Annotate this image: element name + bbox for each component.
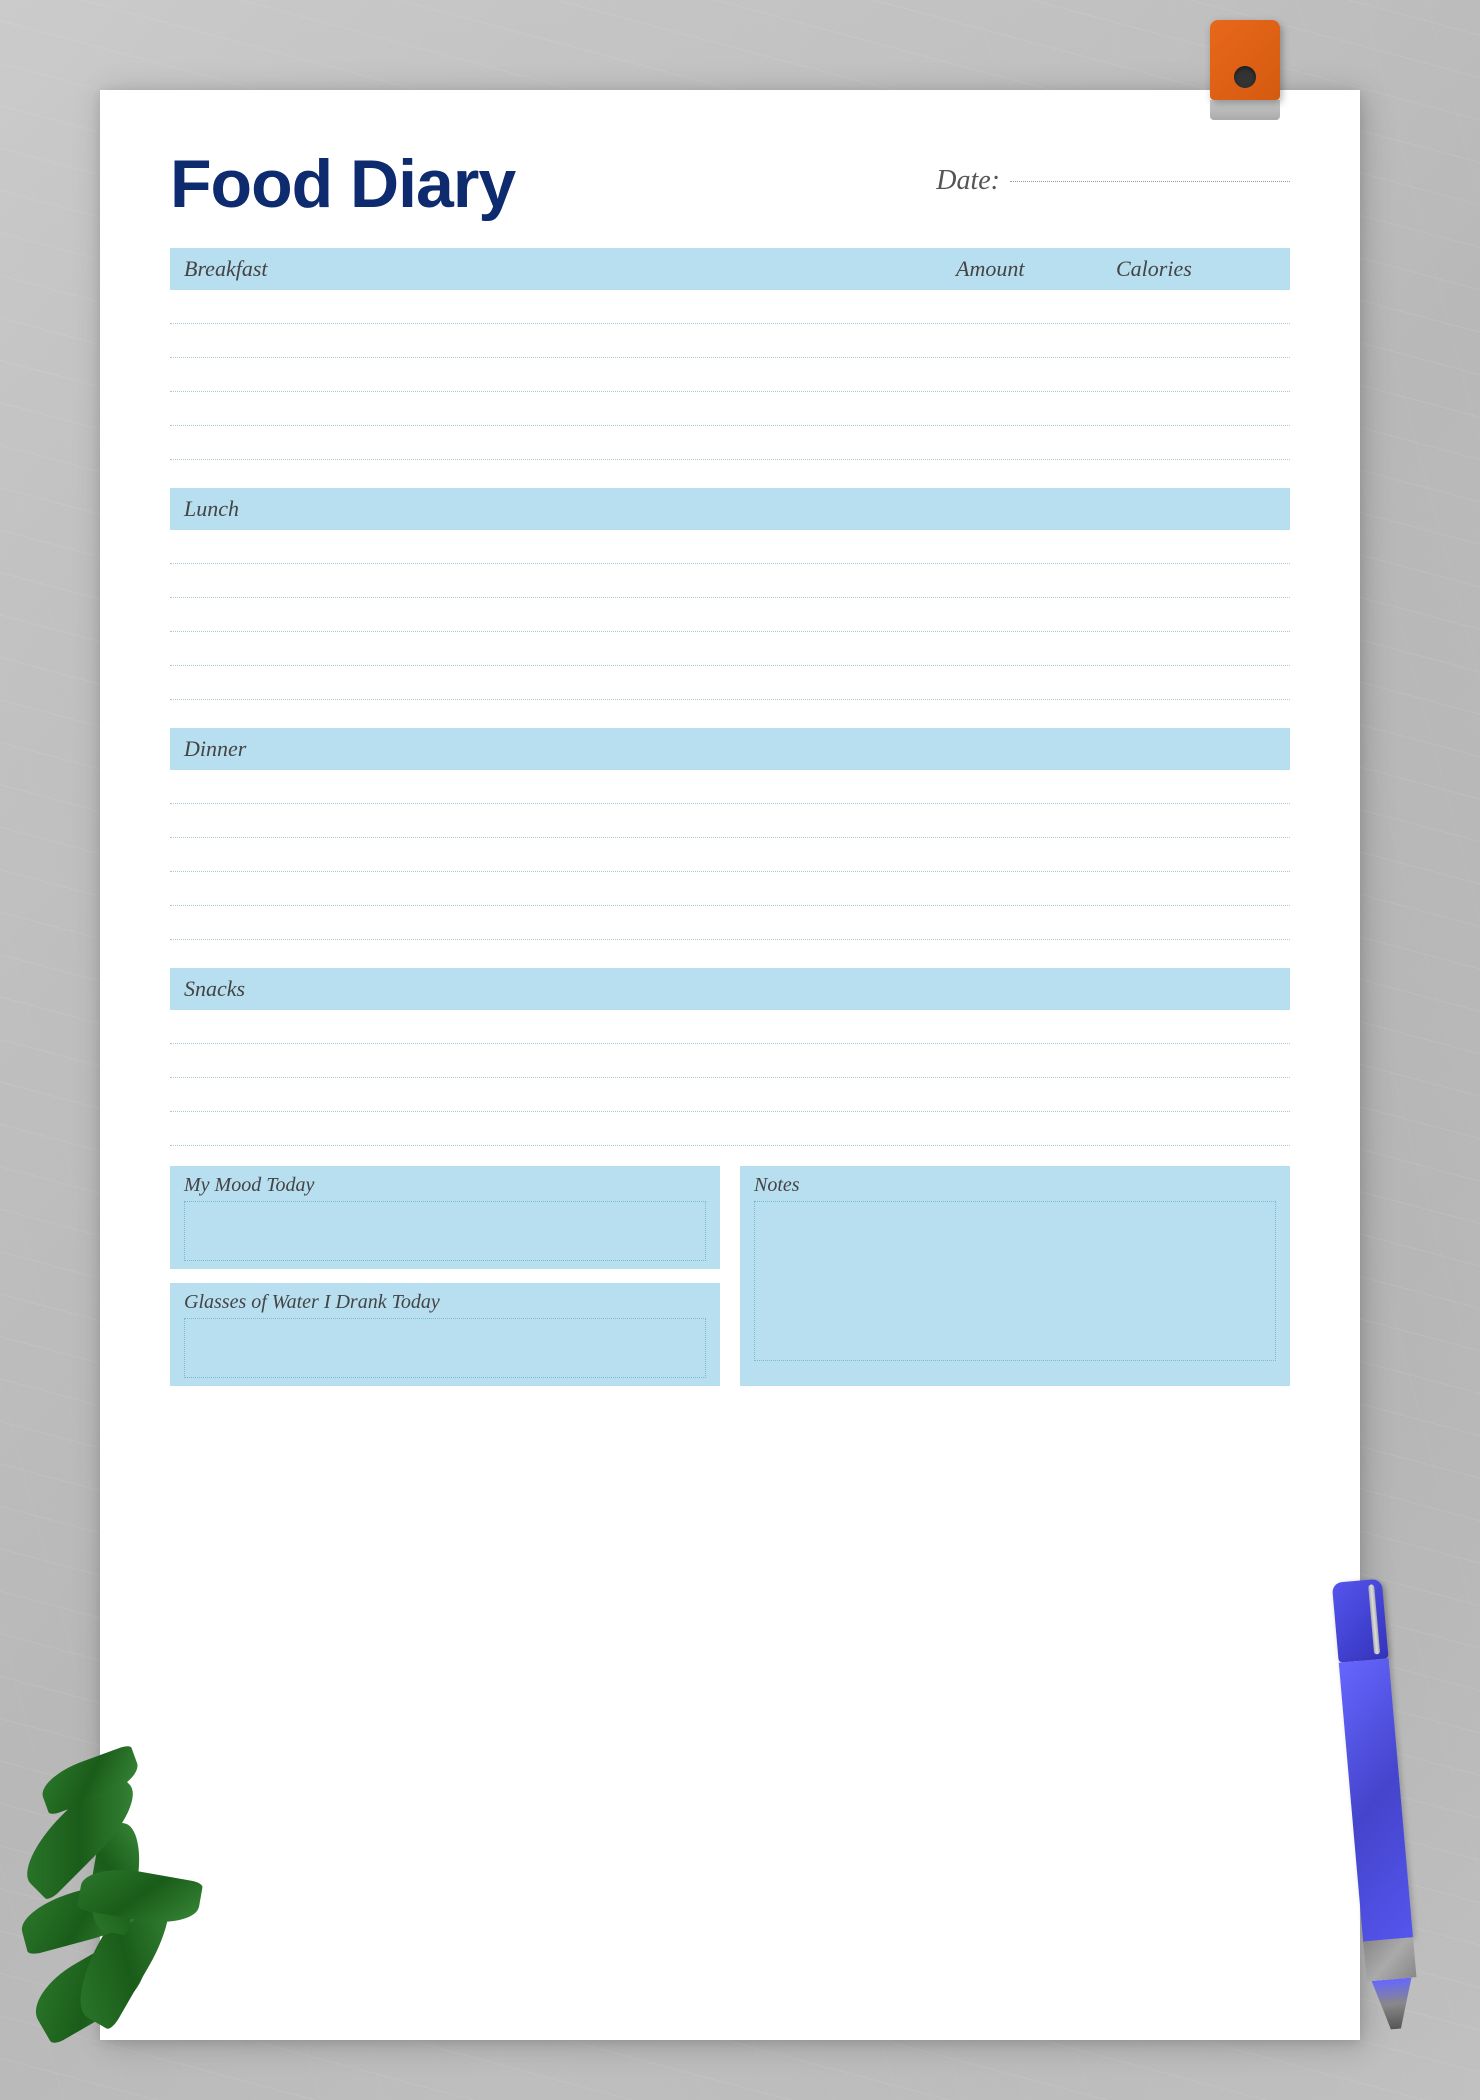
dinner-label: Dinner — [184, 736, 956, 762]
table-row[interactable] — [170, 872, 1290, 906]
document-header: Food Diary Date: — [170, 150, 1290, 218]
table-row[interactable] — [170, 1010, 1290, 1044]
table-row[interactable] — [170, 632, 1290, 666]
table-row[interactable] — [170, 426, 1290, 460]
dinner-header: Dinner — [170, 728, 1290, 770]
table-row[interactable] — [170, 324, 1290, 358]
lunch-section: Lunch — [170, 488, 1290, 700]
table-row[interactable] — [170, 530, 1290, 564]
table-row[interactable] — [170, 564, 1290, 598]
snacks-section: Snacks — [170, 968, 1290, 1146]
lunch-label: Lunch — [184, 496, 956, 522]
water-box: Glasses of Water I Drank Today — [170, 1283, 720, 1386]
mood-water-section: My Mood Today Glasses of Water I Drank T… — [170, 1166, 720, 1386]
table-row[interactable] — [170, 666, 1290, 700]
notes-label: Notes — [754, 1174, 1276, 1197]
lunch-calories-header — [1116, 496, 1276, 522]
breakfast-header: Breakfast Amount Calories — [170, 248, 1290, 290]
dinner-section: Dinner — [170, 728, 1290, 940]
table-row[interactable] — [170, 290, 1290, 324]
snacks-label: Snacks — [184, 976, 956, 1002]
snacks-rows — [170, 1010, 1290, 1146]
table-row[interactable] — [170, 906, 1290, 940]
dinner-calories-header — [1116, 736, 1276, 762]
table-row[interactable] — [170, 770, 1290, 804]
lunch-rows — [170, 530, 1290, 700]
mood-label: My Mood Today — [184, 1174, 706, 1197]
table-row[interactable] — [170, 392, 1290, 426]
table-row[interactable] — [170, 804, 1290, 838]
table-row[interactable] — [170, 1078, 1290, 1112]
notes-input-area[interactable] — [754, 1201, 1276, 1361]
date-input-line[interactable] — [1010, 181, 1290, 182]
dinner-amount-header — [956, 736, 1116, 762]
bottom-section: My Mood Today Glasses of Water I Drank T… — [170, 1166, 1290, 1386]
lunch-header: Lunch — [170, 488, 1290, 530]
document-paper: Food Diary Date: Breakfast Amount Calori… — [100, 90, 1360, 2040]
table-row[interactable] — [170, 358, 1290, 392]
lunch-amount-header — [956, 496, 1116, 522]
date-section: Date: — [936, 165, 1290, 197]
snacks-calories-header — [1116, 976, 1276, 1002]
mood-input-area[interactable] — [184, 1201, 706, 1261]
calories-header: Calories — [1116, 256, 1276, 282]
document-title: Food Diary — [170, 150, 515, 218]
notes-section: Notes — [740, 1166, 1290, 1386]
snacks-amount-header — [956, 976, 1116, 1002]
water-label: Glasses of Water I Drank Today — [184, 1291, 706, 1314]
mood-box: My Mood Today — [170, 1166, 720, 1269]
amount-header: Amount — [956, 256, 1116, 282]
table-row[interactable] — [170, 598, 1290, 632]
table-row[interactable] — [170, 838, 1290, 872]
table-row[interactable] — [170, 1044, 1290, 1078]
breakfast-label: Breakfast — [184, 256, 956, 282]
sharpener-decoration — [1210, 20, 1280, 120]
table-row[interactable] — [170, 1112, 1290, 1146]
dinner-rows — [170, 770, 1290, 940]
water-input-area[interactable] — [184, 1318, 706, 1378]
snacks-header: Snacks — [170, 968, 1290, 1010]
breakfast-section: Breakfast Amount Calories — [170, 248, 1290, 460]
breakfast-rows — [170, 290, 1290, 460]
plant-decoration — [0, 1720, 280, 2100]
date-label: Date: — [936, 165, 1000, 197]
